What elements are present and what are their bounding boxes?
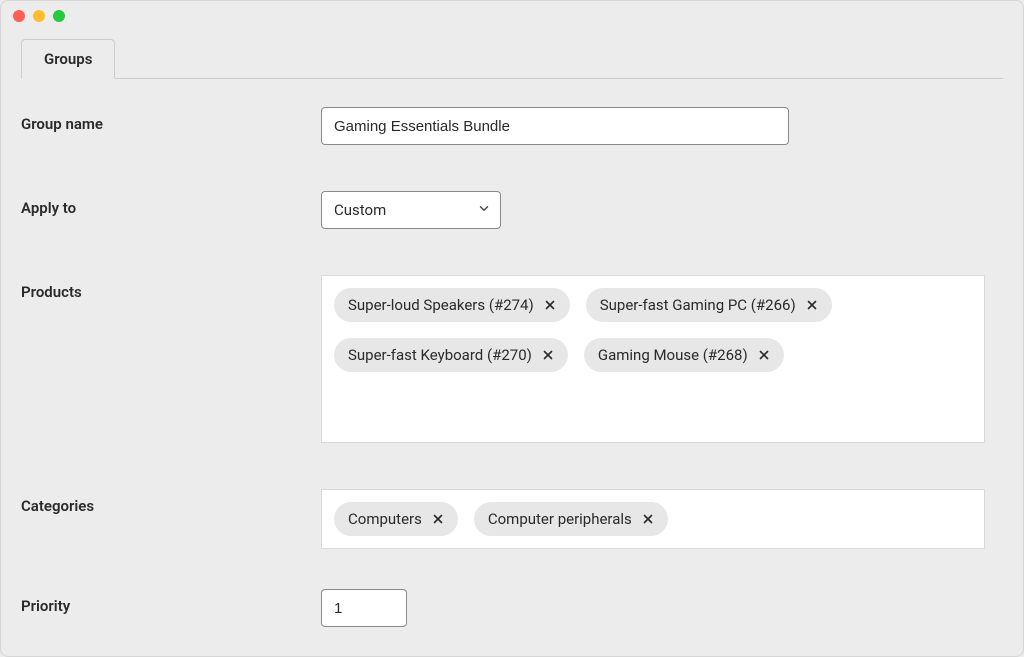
products-tag-container[interactable]: Super-loud Speakers (#274) Super-fast Ga… bbox=[321, 275, 985, 443]
select-apply-to-value: Custom bbox=[334, 201, 386, 219]
row-products: Products Super-loud Speakers (#274) Supe… bbox=[21, 275, 1003, 443]
product-tag-label: Super-fast Gaming PC (#266) bbox=[600, 296, 796, 314]
label-apply-to: Apply to bbox=[21, 191, 321, 217]
category-tag: Computers bbox=[334, 502, 458, 536]
row-group-name: Group name bbox=[21, 107, 1003, 145]
product-tag: Super-fast Keyboard (#270) bbox=[334, 338, 568, 372]
window-close-button[interactable] bbox=[13, 10, 25, 22]
remove-tag-button[interactable] bbox=[544, 299, 556, 311]
input-priority[interactable] bbox=[321, 589, 407, 627]
category-tag-label: Computer peripherals bbox=[488, 510, 632, 528]
select-apply-to-wrap: Custom bbox=[321, 191, 501, 229]
content-area: Groups Group name Apply to Custom Produc… bbox=[1, 31, 1023, 647]
input-group-name[interactable] bbox=[321, 107, 789, 145]
remove-tag-button[interactable] bbox=[642, 513, 654, 525]
label-products: Products bbox=[21, 275, 321, 301]
tab-groups[interactable]: Groups bbox=[21, 39, 115, 79]
product-tag-label: Gaming Mouse (#268) bbox=[598, 346, 748, 364]
remove-tag-button[interactable] bbox=[758, 349, 770, 361]
row-apply-to: Apply to Custom bbox=[21, 191, 1003, 229]
remove-tag-button[interactable] bbox=[806, 299, 818, 311]
product-tag: Super-fast Gaming PC (#266) bbox=[586, 288, 832, 322]
remove-tag-button[interactable] bbox=[432, 513, 444, 525]
row-priority: Priority bbox=[21, 589, 1003, 627]
category-tag-label: Computers bbox=[348, 510, 422, 528]
label-group-name: Group name bbox=[21, 107, 321, 133]
select-apply-to[interactable]: Custom bbox=[321, 191, 501, 229]
product-tag-label: Super-loud Speakers (#274) bbox=[348, 296, 534, 314]
label-categories: Categories bbox=[21, 489, 321, 515]
product-tag-label: Super-fast Keyboard (#270) bbox=[348, 346, 532, 364]
window-minimize-button[interactable] bbox=[33, 10, 45, 22]
label-priority: Priority bbox=[21, 589, 321, 615]
category-tag: Computer peripherals bbox=[474, 502, 668, 536]
remove-tag-button[interactable] bbox=[542, 349, 554, 361]
row-categories: Categories Computers Computer peripheral… bbox=[21, 489, 1003, 549]
window-maximize-button[interactable] bbox=[53, 10, 65, 22]
categories-tag-container[interactable]: Computers Computer peripherals bbox=[321, 489, 985, 549]
window-titlebar bbox=[1, 1, 1023, 31]
product-tag: Super-loud Speakers (#274) bbox=[334, 288, 570, 322]
product-tag: Gaming Mouse (#268) bbox=[584, 338, 784, 372]
app-window: Groups Group name Apply to Custom Produc… bbox=[0, 0, 1024, 657]
tabs: Groups bbox=[21, 39, 1003, 79]
